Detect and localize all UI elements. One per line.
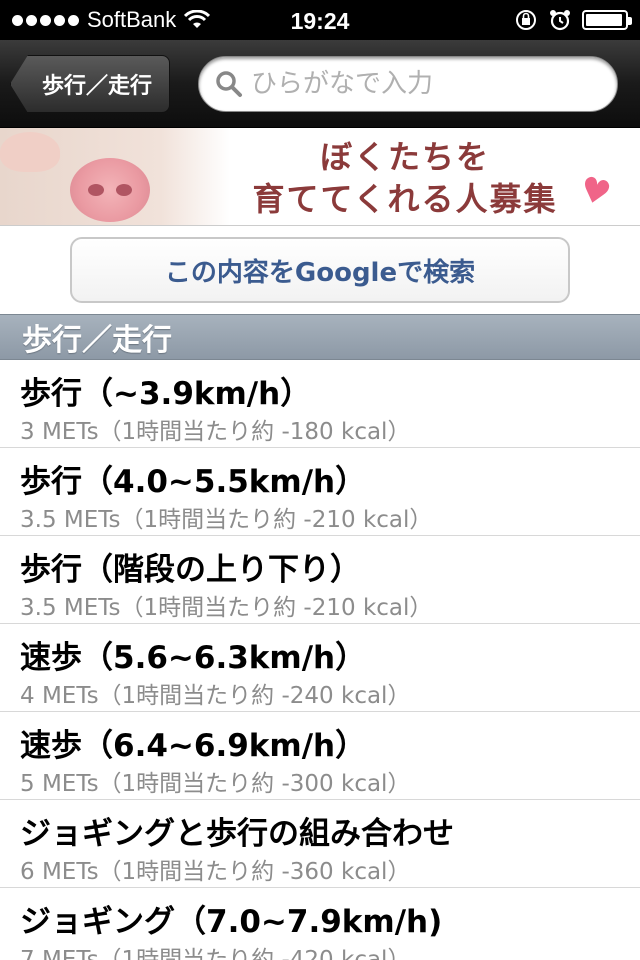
list-item[interactable]: ジョギングと歩行の組み合わせ 6 METs（1時間当たり約 -360 kcal） [0, 800, 640, 888]
item-subtitle: 5 METs（1時間当たり約 -300 kcal） [20, 771, 411, 797]
banner-text: ぼくたちを 育ててくれる人募集 [230, 136, 580, 220]
list-item[interactable]: 速歩（5.6~6.3km/h） 4 METs（1時間当たり約 -240 kcal… [0, 624, 640, 712]
status-right [514, 0, 632, 40]
activity-list: 歩行（~3.9km/h） 3 METs（1時間当たり約 -180 kcal） 歩… [0, 360, 640, 960]
item-title: ジョギング（7.0~7.9km/h) [20, 904, 443, 940]
item-subtitle: 3.5 METs（1時間当たり約 -210 kcal） [20, 595, 433, 621]
item-title: 歩行（~3.9km/h） [20, 376, 312, 412]
search-input[interactable] [251, 69, 591, 99]
back-button[interactable]: 歩行／走行 [10, 55, 170, 113]
list-item[interactable]: 歩行（~3.9km/h） 3 METs（1時間当たり約 -180 kcal） [0, 360, 640, 448]
list-item[interactable]: 速歩（6.4~6.9km/h） 5 METs（1時間当たり約 -300 kcal… [0, 712, 640, 800]
item-subtitle: 3 METs（1時間当たり約 -180 kcal） [20, 419, 411, 445]
status-bar: SoftBank 19:24 [0, 0, 640, 40]
item-subtitle: 6 METs（1時間当たり約 -360 kcal） [20, 859, 411, 885]
google-search-area: この内容をGoogleで検索 [0, 226, 640, 314]
pig-ear [0, 132, 60, 172]
pig-snout [70, 158, 150, 222]
banner-line-2: 育ててくれる人募集 [252, 180, 558, 218]
item-title: 歩行（階段の上り下り） [20, 552, 361, 588]
banner-line-1: ぼくたちを [319, 138, 490, 176]
google-search-button[interactable]: この内容をGoogleで検索 [70, 237, 570, 303]
item-title: 速歩（6.4~6.9km/h） [20, 728, 367, 764]
search-icon [216, 71, 242, 97]
item-subtitle: 3.5 METs（1時間当たり約 -210 kcal） [20, 507, 433, 533]
search-field[interactable] [198, 56, 618, 112]
pig-image [0, 128, 230, 225]
battery-icon [582, 10, 632, 30]
list-item[interactable]: 歩行（階段の上り下り） 3.5 METs（1時間当たり約 -210 kcal） [0, 536, 640, 624]
item-subtitle: 4 METs（1時間当たり約 -240 kcal） [20, 683, 411, 709]
list-item[interactable]: ジョギング（7.0~7.9km/h) 7 METs（1時間当たり約 -420 k… [0, 888, 640, 960]
navigation-bar: 歩行／走行 [0, 40, 640, 128]
item-title: ジョギングと歩行の組み合わせ [20, 816, 454, 852]
alarm-icon [550, 10, 570, 31]
battery-fill [586, 14, 623, 26]
item-title: 歩行（4.0~5.5km/h） [20, 464, 367, 500]
orientation-lock-icon [516, 10, 536, 30]
section-header: 歩行／走行 [0, 314, 640, 360]
list-item[interactable]: 歩行（4.0~5.5km/h） 3.5 METs（1時間当たり約 -210 kc… [0, 448, 640, 536]
item-title: 速歩（5.6~6.3km/h） [20, 640, 367, 676]
item-subtitle: 7 METs（1時間当たり約 -420 kcal） [20, 947, 411, 960]
ad-banner[interactable]: ぼくたちを 育ててくれる人募集 ♥ [0, 128, 640, 226]
heart-icon: ♥ [574, 168, 615, 216]
